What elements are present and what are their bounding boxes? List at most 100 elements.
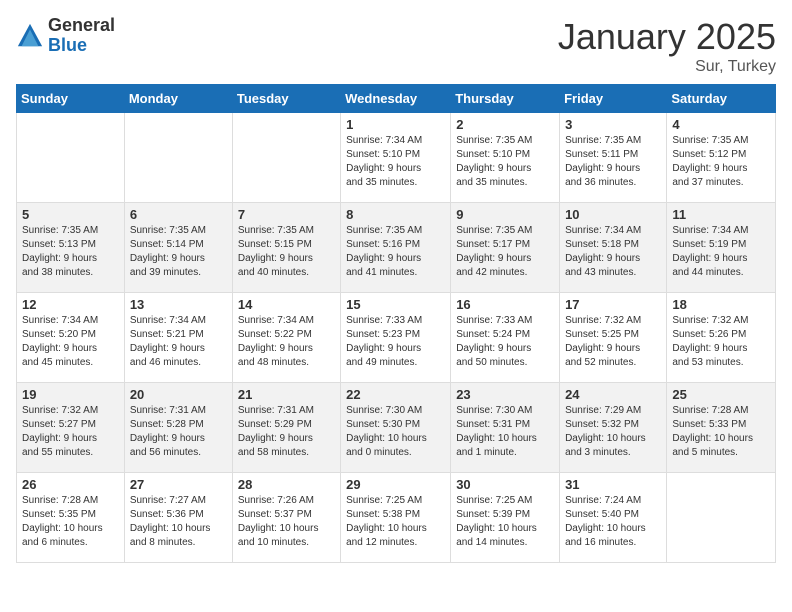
day-info: Sunrise: 7:35 AM Sunset: 5:15 PM Dayligh… (238, 224, 335, 280)
calendar-cell (124, 113, 232, 203)
day-info: Sunrise: 7:34 AM Sunset: 5:20 PM Dayligh… (22, 314, 119, 370)
calendar-cell: 7 Sunrise: 7:35 AM Sunset: 5:15 PM Daylig… (232, 203, 340, 293)
day-info: Sunrise: 7:25 AM Sunset: 5:38 PM Dayligh… (346, 494, 445, 550)
calendar-week-row: 26 Sunrise: 7:28 AM Sunset: 5:35 PM Dayli… (17, 473, 776, 563)
calendar-cell: 13 Sunrise: 7:34 AM Sunset: 5:21 PM Dayli… (124, 293, 232, 383)
calendar-cell: 2Sunrise: 7:35 AM Sunset: 5:10 PM Daylig… (451, 113, 560, 203)
logo-text: General Blue (48, 16, 115, 56)
header-friday: Friday (560, 85, 667, 113)
calendar-week-row: 12Sunrise: 7:34 AM Sunset: 5:20 PM Dayli… (17, 293, 776, 383)
day-number: 17 (565, 297, 661, 312)
calendar-cell: 12Sunrise: 7:34 AM Sunset: 5:20 PM Dayli… (17, 293, 125, 383)
day-number: 24 (565, 387, 661, 402)
calendar-cell (232, 113, 340, 203)
calendar-cell: 8 Sunrise: 7:35 AM Sunset: 5:16 PM Daylig… (341, 203, 451, 293)
day-number: 4 (672, 117, 770, 132)
calendar-cell (17, 113, 125, 203)
calendar-cell: 23 Sunrise: 7:30 AM Sunset: 5:31 PM Dayli… (451, 383, 560, 473)
day-info: Sunrise: 7:30 AM Sunset: 5:30 PM Dayligh… (346, 404, 445, 460)
calendar-cell: 15 Sunrise: 7:33 AM Sunset: 5:23 PM Dayli… (341, 293, 451, 383)
day-number: 15 (346, 297, 445, 312)
calendar-cell (667, 473, 776, 563)
day-number: 26 (22, 477, 119, 492)
day-info: Sunrise: 7:35 AM Sunset: 5:13 PM Dayligh… (22, 224, 119, 280)
day-info: Sunrise: 7:28 AM Sunset: 5:35 PM Dayligh… (22, 494, 119, 550)
header-wednesday: Wednesday (341, 85, 451, 113)
calendar-cell: 3Sunrise: 7:35 AM Sunset: 5:11 PM Daylig… (560, 113, 667, 203)
calendar-cell: 14Sunrise: 7:34 AM Sunset: 5:22 PM Dayli… (232, 293, 340, 383)
day-info: Sunrise: 7:35 AM Sunset: 5:16 PM Dayligh… (346, 224, 445, 280)
calendar-cell: 30 Sunrise: 7:25 AM Sunset: 5:39 PM Dayli… (451, 473, 560, 563)
calendar-cell: 4 Sunrise: 7:35 AM Sunset: 5:12 PM Daylig… (667, 113, 776, 203)
day-info: Sunrise: 7:34 AM Sunset: 5:19 PM Dayligh… (672, 224, 770, 280)
day-number: 10 (565, 207, 661, 222)
calendar-cell: 22 Sunrise: 7:30 AM Sunset: 5:30 PM Dayli… (341, 383, 451, 473)
day-info: Sunrise: 7:30 AM Sunset: 5:31 PM Dayligh… (456, 404, 554, 460)
calendar-cell: 6 Sunrise: 7:35 AM Sunset: 5:14 PM Daylig… (124, 203, 232, 293)
day-number: 29 (346, 477, 445, 492)
day-number: 18 (672, 297, 770, 312)
day-info: Sunrise: 7:35 AM Sunset: 5:14 PM Dayligh… (130, 224, 227, 280)
calendar-cell: 26 Sunrise: 7:28 AM Sunset: 5:35 PM Dayli… (17, 473, 125, 563)
calendar-cell: 17Sunrise: 7:32 AM Sunset: 5:25 PM Dayli… (560, 293, 667, 383)
day-number: 27 (130, 477, 227, 492)
day-number: 25 (672, 387, 770, 402)
day-number: 21 (238, 387, 335, 402)
day-number: 31 (565, 477, 661, 492)
day-info: Sunrise: 7:28 AM Sunset: 5:33 PM Dayligh… (672, 404, 770, 460)
day-info: Sunrise: 7:33 AM Sunset: 5:24 PM Dayligh… (456, 314, 554, 370)
day-info: Sunrise: 7:32 AM Sunset: 5:27 PM Dayligh… (22, 404, 119, 460)
day-info: Sunrise: 7:35 AM Sunset: 5:11 PM Dayligh… (565, 134, 661, 190)
day-info: Sunrise: 7:26 AM Sunset: 5:37 PM Dayligh… (238, 494, 335, 550)
day-number: 1 (346, 117, 445, 132)
logo-icon (16, 22, 44, 50)
calendar-header-row: SundayMondayTuesdayWednesdayThursdayFrid… (17, 85, 776, 113)
day-info: Sunrise: 7:34 AM Sunset: 5:22 PM Dayligh… (238, 314, 335, 370)
calendar-week-row: 1 Sunrise: 7:34 AM Sunset: 5:10 PM Daylig… (17, 113, 776, 203)
logo-blue: Blue (48, 36, 115, 56)
header-saturday: Saturday (667, 85, 776, 113)
day-number: 16 (456, 297, 554, 312)
day-info: Sunrise: 7:31 AM Sunset: 5:28 PM Dayligh… (130, 404, 227, 460)
day-number: 9 (456, 207, 554, 222)
calendar-cell: 9 Sunrise: 7:35 AM Sunset: 5:17 PM Daylig… (451, 203, 560, 293)
day-number: 30 (456, 477, 554, 492)
day-info: Sunrise: 7:34 AM Sunset: 5:18 PM Dayligh… (565, 224, 661, 280)
day-number: 8 (346, 207, 445, 222)
calendar-cell: 10 Sunrise: 7:34 AM Sunset: 5:18 PM Dayli… (560, 203, 667, 293)
calendar-cell: 11 Sunrise: 7:34 AM Sunset: 5:19 PM Dayli… (667, 203, 776, 293)
day-number: 7 (238, 207, 335, 222)
day-number: 6 (130, 207, 227, 222)
page-header: General Blue January 2025 Sur, Turkey (16, 16, 776, 76)
calendar-cell: 31Sunrise: 7:24 AM Sunset: 5:40 PM Dayli… (560, 473, 667, 563)
day-info: Sunrise: 7:34 AM Sunset: 5:21 PM Dayligh… (130, 314, 227, 370)
day-info: Sunrise: 7:27 AM Sunset: 5:36 PM Dayligh… (130, 494, 227, 550)
calendar-cell: 18 Sunrise: 7:32 AM Sunset: 5:26 PM Dayli… (667, 293, 776, 383)
day-number: 13 (130, 297, 227, 312)
calendar-cell: 24 Sunrise: 7:29 AM Sunset: 5:32 PM Dayli… (560, 383, 667, 473)
day-info: Sunrise: 7:25 AM Sunset: 5:39 PM Dayligh… (456, 494, 554, 550)
day-number: 28 (238, 477, 335, 492)
day-info: Sunrise: 7:35 AM Sunset: 5:10 PM Dayligh… (456, 134, 554, 190)
calendar-cell: 1 Sunrise: 7:34 AM Sunset: 5:10 PM Daylig… (341, 113, 451, 203)
logo: General Blue (16, 16, 115, 56)
day-number: 22 (346, 387, 445, 402)
calendar-cell: 25 Sunrise: 7:28 AM Sunset: 5:33 PM Dayli… (667, 383, 776, 473)
day-info: Sunrise: 7:35 AM Sunset: 5:17 PM Dayligh… (456, 224, 554, 280)
calendar-cell: 20Sunrise: 7:31 AM Sunset: 5:28 PM Dayli… (124, 383, 232, 473)
calendar-cell: 16 Sunrise: 7:33 AM Sunset: 5:24 PM Dayli… (451, 293, 560, 383)
title-section: January 2025 Sur, Turkey (558, 16, 776, 76)
day-info: Sunrise: 7:29 AM Sunset: 5:32 PM Dayligh… (565, 404, 661, 460)
day-number: 11 (672, 207, 770, 222)
calendar-cell: 21 Sunrise: 7:31 AM Sunset: 5:29 PM Dayli… (232, 383, 340, 473)
header-tuesday: Tuesday (232, 85, 340, 113)
header-monday: Monday (124, 85, 232, 113)
day-info: Sunrise: 7:33 AM Sunset: 5:23 PM Dayligh… (346, 314, 445, 370)
day-info: Sunrise: 7:34 AM Sunset: 5:10 PM Dayligh… (346, 134, 445, 190)
day-info: Sunrise: 7:32 AM Sunset: 5:26 PM Dayligh… (672, 314, 770, 370)
header-sunday: Sunday (17, 85, 125, 113)
day-info: Sunrise: 7:31 AM Sunset: 5:29 PM Dayligh… (238, 404, 335, 460)
day-number: 23 (456, 387, 554, 402)
calendar-week-row: 5Sunrise: 7:35 AM Sunset: 5:13 PM Daylig… (17, 203, 776, 293)
day-info: Sunrise: 7:35 AM Sunset: 5:12 PM Dayligh… (672, 134, 770, 190)
